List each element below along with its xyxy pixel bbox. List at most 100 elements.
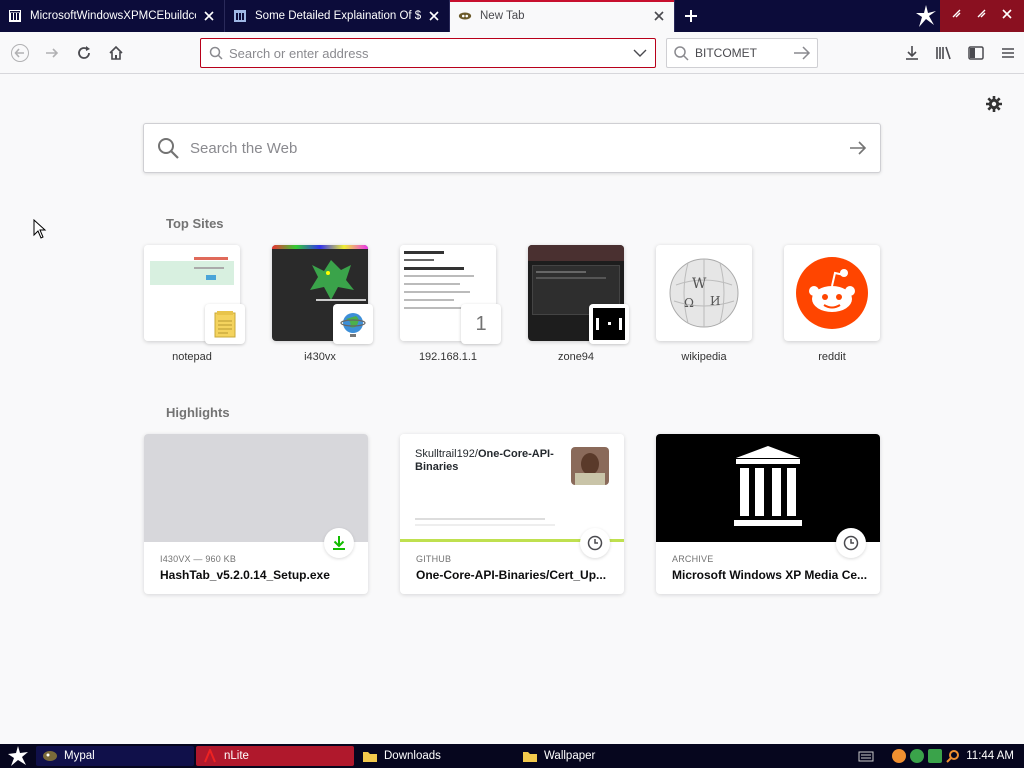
- top-site-notepad[interactable]: notepad: [144, 245, 245, 363]
- search-icon: [156, 136, 180, 160]
- menu-button[interactable]: [992, 37, 1024, 69]
- highlight-card-download[interactable]: I430VX — 960 KB HashTab_v5.2.0.14_Setup.…: [144, 434, 368, 594]
- folder-icon: [523, 752, 537, 762]
- highlights-heading: Highlights: [166, 405, 230, 420]
- forward-button[interactable]: [36, 37, 68, 69]
- top-site-wikipedia[interactable]: W Ω И wikipedia: [656, 245, 752, 363]
- taskbar-item-label: Downloads: [384, 750, 441, 762]
- star-logo-icon: [8, 746, 28, 766]
- sidebar-icon: [968, 46, 984, 60]
- taskbar-item-downloads[interactable]: Downloads: [356, 746, 514, 766]
- top-site-zone94[interactable]: zone94: [528, 245, 629, 363]
- toolbar-right: [896, 37, 1024, 69]
- address-input[interactable]: [229, 45, 633, 61]
- highlight-context: GITHUB: [416, 554, 452, 564]
- site-label: i430vx: [304, 351, 336, 363]
- site-initial: 1: [475, 312, 487, 335]
- tab-2[interactable]: New Tab: [450, 0, 675, 32]
- clock-icon: [836, 528, 866, 558]
- globe-icon: [333, 304, 373, 344]
- search-icon[interactable]: [946, 749, 960, 763]
- close-icon[interactable]: [652, 9, 666, 23]
- keyboard-icon[interactable]: [858, 750, 874, 762]
- highlight-preview: [656, 434, 880, 542]
- tray-app-icon[interactable]: [892, 749, 907, 763]
- customize-gear-button[interactable]: [984, 94, 1004, 114]
- notepad-icon: [205, 304, 245, 344]
- taskbar-item-nlite[interactable]: nLite: [196, 746, 354, 766]
- close-icon[interactable]: [202, 9, 216, 23]
- back-button[interactable]: [4, 37, 36, 69]
- taskbar-item-label: Wallpaper: [544, 750, 596, 762]
- highlight-title: HashTab_v5.2.0.14_Setup.exe: [160, 568, 330, 582]
- top-sites-grid: notepad i430vx 1 192.168.1.1 zone94 W Ω …: [144, 245, 912, 363]
- top-sites-heading: Top Sites: [166, 216, 224, 231]
- tabstrip-empty-area[interactable]: [707, 0, 912, 32]
- site-thumbnail: 1: [400, 245, 501, 344]
- home-icon: [109, 45, 123, 60]
- library-button[interactable]: [928, 37, 960, 69]
- taskbar-item-wallpaper[interactable]: Wallpaper: [516, 746, 674, 766]
- minimize-icon[interactable]: [951, 7, 963, 25]
- reload-button[interactable]: [68, 37, 100, 69]
- close-icon[interactable]: [427, 9, 441, 23]
- site-thumbnail: W Ω И: [656, 245, 752, 341]
- new-tab-button[interactable]: [675, 0, 707, 32]
- highlight-card-archive[interactable]: ARCHIVE Microsoft Windows XP Media Ce...: [656, 434, 880, 594]
- download-icon: [324, 528, 354, 558]
- sidebar-button[interactable]: [960, 37, 992, 69]
- close-window-icon[interactable]: [1001, 7, 1013, 25]
- site-label: notepad: [172, 351, 212, 363]
- start-button[interactable]: [0, 744, 36, 768]
- github-repo-owner: Skulltrail192/: [415, 448, 478, 460]
- arrow-right-icon[interactable]: [848, 140, 868, 156]
- site-thumbnail: [272, 245, 373, 344]
- mypal-icon: [43, 751, 57, 761]
- taskbar-item-label: Mypal: [64, 750, 95, 762]
- library-icon: [936, 46, 951, 60]
- tab-1[interactable]: Some Detailed Explaination Of $OE: [225, 0, 450, 32]
- maximize-icon[interactable]: [976, 7, 988, 25]
- highlight-card-github[interactable]: Skulltrail192/One-Core-API-Binaries GITH…: [400, 434, 624, 594]
- svg-text:И: И: [710, 294, 720, 308]
- avatar: [571, 447, 609, 485]
- folder-icon: [363, 752, 377, 762]
- site-label: wikipedia: [681, 351, 727, 363]
- internet-archive-logo-icon: [734, 446, 802, 526]
- clock[interactable]: 11:44 AM: [966, 750, 1014, 762]
- network-icon[interactable]: [910, 749, 925, 763]
- home-button[interactable]: [100, 37, 132, 69]
- tab-0[interactable]: MicrosoftWindowsXPMCEbuildcolle: [0, 0, 225, 32]
- tab-title: MicrosoftWindowsXPMCEbuildcolle: [30, 10, 196, 22]
- taskbar-item-mypal[interactable]: Mypal: [36, 746, 194, 766]
- reddit-icon: [796, 257, 868, 329]
- search-bar-text: BITCOMET: [695, 46, 757, 60]
- top-site-i430vx[interactable]: i430vx: [272, 245, 373, 363]
- gear-icon: [986, 96, 1002, 112]
- tray-security-icon[interactable]: [928, 749, 943, 763]
- mouse-cursor-icon: [33, 218, 47, 244]
- github-preview-title: Skulltrail192/One-Core-API-Binaries: [415, 448, 555, 474]
- archive-icon: [8, 9, 22, 23]
- downloads-button[interactable]: [896, 37, 928, 69]
- site-label: reddit: [818, 351, 846, 363]
- reload-icon: [78, 45, 90, 59]
- hamburger-menu-icon: [1002, 48, 1014, 58]
- tab-strip: MicrosoftWindowsXPMCEbuildcolle Some Det…: [0, 0, 1024, 32]
- pong-icon: [589, 304, 629, 344]
- chevron-down-icon[interactable]: [633, 48, 647, 58]
- nlite-icon: [204, 749, 216, 763]
- highlight-title: Microsoft Windows XP Media Ce...: [672, 568, 868, 582]
- taskbar-item-label: nLite: [224, 750, 249, 762]
- site-thumbnail: [784, 245, 880, 341]
- site-initial-badge: 1: [461, 304, 501, 344]
- top-site-router[interactable]: 1 192.168.1.1: [400, 245, 501, 363]
- web-search-box[interactable]: Search the Web: [143, 123, 881, 173]
- clock-icon: [580, 528, 610, 558]
- url-bar[interactable]: [200, 38, 656, 68]
- arrow-right-icon[interactable]: [793, 46, 811, 60]
- window-controls: [940, 0, 1024, 32]
- search-bar[interactable]: BITCOMET: [666, 38, 818, 68]
- top-site-reddit[interactable]: reddit: [784, 245, 880, 363]
- highlight-context: ARCHIVE: [672, 554, 714, 564]
